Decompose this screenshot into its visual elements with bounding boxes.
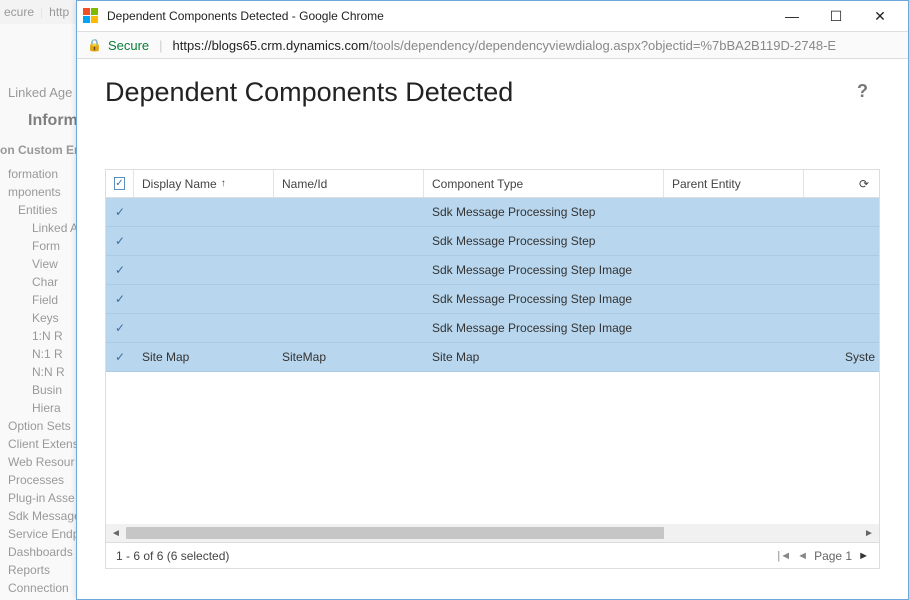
cell-parent-entity — [664, 343, 804, 371]
cell-managed — [804, 285, 879, 313]
prev-page-button[interactable]: ◄ — [797, 550, 808, 562]
bg-inform: Inform — [28, 112, 78, 130]
grid-body: ✓ Sdk Message Processing Step ✓ Sdk Message… — [106, 198, 879, 524]
cell-component-type: Site Map — [424, 343, 664, 371]
row-check-icon[interactable]: ✓ — [106, 343, 134, 371]
cell-managed — [804, 314, 879, 342]
table-row[interactable]: ✓ Sdk Message Processing Step — [106, 198, 879, 227]
cell-component-type: Sdk Message Processing Step — [424, 227, 664, 255]
sort-asc-icon: ↑ — [221, 178, 226, 189]
cell-display-name — [134, 198, 274, 226]
table-row[interactable]: ✓ Sdk Message Processing Step Image — [106, 314, 879, 343]
pager: |◄ ◄ Page 1 ► — [777, 549, 869, 563]
bg-custom-ent: on Custom Ent — [0, 143, 85, 157]
cell-display-name — [134, 314, 274, 342]
scroll-right-arrow-icon[interactable]: ► — [861, 526, 877, 540]
dependencies-grid: ✓ Display Name↑ Name/Id Component Type P… — [105, 169, 880, 569]
table-row[interactable]: ✓ Sdk Message Processing Step Image — [106, 285, 879, 314]
cell-name-id — [274, 285, 424, 313]
cell-parent-entity — [664, 227, 804, 255]
table-row[interactable]: ✓ Sdk Message Processing Step — [106, 227, 879, 256]
horizontal-scrollbar[interactable]: ◄ ► — [106, 524, 879, 542]
table-row[interactable]: ✓ Sdk Message Processing Step Image — [106, 256, 879, 285]
cell-parent-entity — [664, 198, 804, 226]
cell-component-type: Sdk Message Processing Step Image — [424, 256, 664, 284]
url-host: https://blogs65.crm.dynamics.com — [173, 38, 370, 53]
cell-display-name: Site Map — [134, 343, 274, 371]
row-check-icon[interactable]: ✓ — [106, 314, 134, 342]
refresh-button[interactable]: ⟳ — [849, 170, 879, 197]
select-all-checkbox[interactable]: ✓ — [106, 170, 134, 197]
header-component-type[interactable]: Component Type — [424, 170, 664, 197]
first-page-button[interactable]: |◄ — [777, 550, 791, 562]
cell-component-type: Sdk Message Processing Step Image — [424, 314, 664, 342]
secure-label: Secure — [108, 38, 149, 53]
titlebar[interactable]: Dependent Components Detected - Google C… — [77, 1, 908, 31]
grid-header-row: ✓ Display Name↑ Name/Id Component Type P… — [106, 170, 879, 198]
cell-name-id — [274, 198, 424, 226]
cell-parent-entity — [664, 314, 804, 342]
window-title: Dependent Components Detected - Google C… — [107, 9, 384, 23]
cell-display-name — [134, 227, 274, 255]
maximize-button[interactable]: ☐ — [814, 1, 858, 31]
bg-linked-age: Linked Age — [8, 85, 72, 100]
bg-nav-tree: formation mponents Entities Linked A For… — [0, 165, 80, 597]
cell-name-id — [274, 314, 424, 342]
row-check-icon[interactable]: ✓ — [106, 227, 134, 255]
windows-logo-icon — [83, 8, 99, 24]
help-icon[interactable]: ? — [857, 81, 868, 102]
lock-icon: 🔒 — [87, 38, 102, 52]
header-name-id[interactable]: Name/Id — [274, 170, 424, 197]
scroll-thumb[interactable] — [126, 527, 664, 539]
cell-component-type: Sdk Message Processing Step — [424, 198, 664, 226]
row-check-icon[interactable]: ✓ — [106, 198, 134, 226]
url-path: /tools/dependency/dependencyviewdialog.a… — [369, 38, 836, 53]
header-parent-entity[interactable]: Parent Entity — [664, 170, 804, 197]
bg-topbar-http: http — [49, 5, 69, 19]
row-check-icon[interactable]: ✓ — [106, 256, 134, 284]
scroll-left-arrow-icon[interactable]: ◄ — [108, 526, 124, 540]
page-title: Dependent Components Detected — [105, 77, 880, 108]
cell-name-id — [274, 227, 424, 255]
record-count-label: 1 - 6 of 6 (6 selected) — [116, 549, 229, 563]
cell-parent-entity — [664, 256, 804, 284]
address-bar[interactable]: 🔒 Secure | https://blogs65.crm.dynamics.… — [77, 31, 908, 59]
cell-parent-entity — [664, 285, 804, 313]
cell-component-type: Sdk Message Processing Step Image — [424, 285, 664, 313]
next-page-button[interactable]: ► — [858, 550, 869, 562]
page-label: Page 1 — [814, 549, 852, 563]
table-row[interactable]: ✓Site MapSiteMapSite MapSyste — [106, 343, 879, 372]
cell-managed — [804, 198, 879, 226]
cell-display-name — [134, 256, 274, 284]
minimize-button[interactable]: — — [770, 1, 814, 31]
row-check-icon[interactable]: ✓ — [106, 285, 134, 313]
header-display-name[interactable]: Display Name↑ — [134, 170, 274, 197]
grid-footer: 1 - 6 of 6 (6 selected) |◄ ◄ Page 1 ► — [106, 542, 879, 568]
chrome-window: Dependent Components Detected - Google C… — [76, 0, 909, 600]
cell-managed: Syste — [804, 343, 879, 371]
cell-name-id: SiteMap — [274, 343, 424, 371]
cell-display-name — [134, 285, 274, 313]
bg-topbar-left: ecure — [4, 5, 34, 19]
cell-name-id — [274, 256, 424, 284]
cell-managed — [804, 227, 879, 255]
close-button[interactable]: ✕ — [858, 1, 902, 31]
cell-managed — [804, 256, 879, 284]
